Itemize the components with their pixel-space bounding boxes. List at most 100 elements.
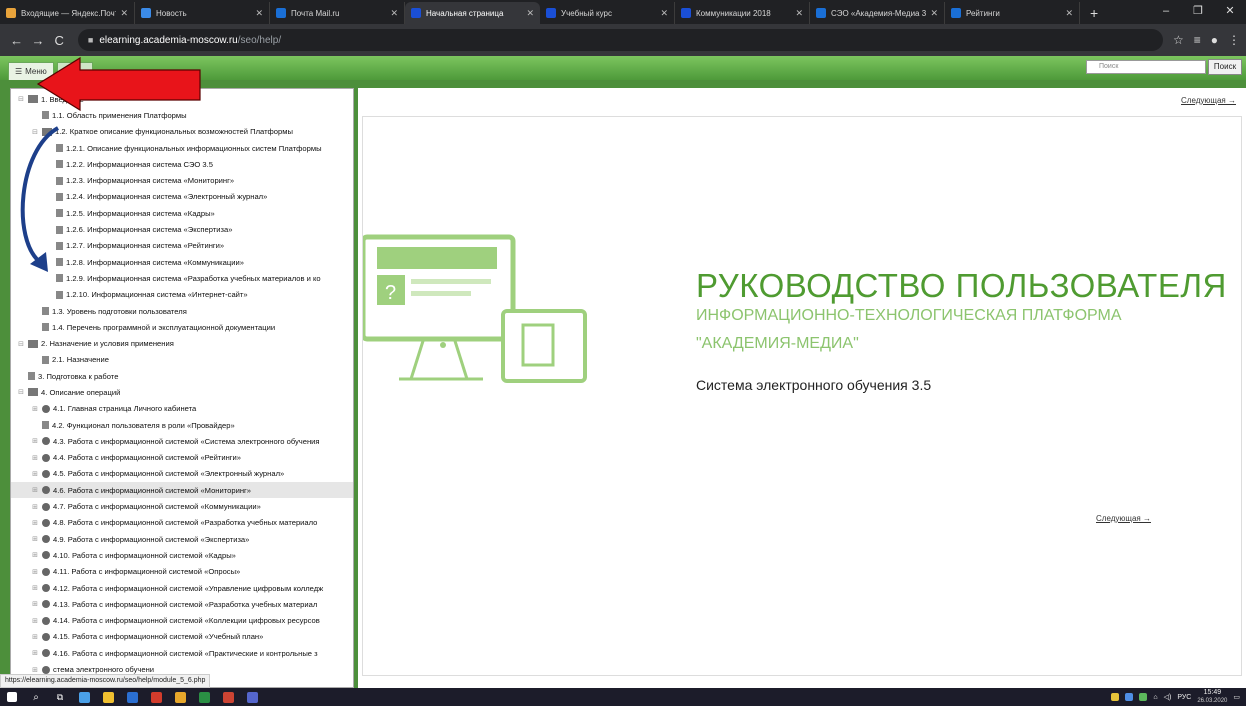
clock[interactable]: 15:49 26.03.2020 <box>1197 689 1227 705</box>
close-tab-icon[interactable]: ✕ <box>660 8 668 19</box>
toc-item[interactable]: 1.2.4. Информационная система «Электронн… <box>11 189 353 205</box>
tab-search[interactable]: ⌕ Пои <box>56 62 93 80</box>
expand-toggle-icon[interactable]: ⊞ <box>31 519 39 527</box>
toc-item[interactable]: ⊞ 4.10. Работа с информационной системой … <box>11 547 353 563</box>
toc-item[interactable]: ⊟ 2. Назначение и условия применения <box>11 335 353 351</box>
expand-toggle-icon[interactable]: ⊞ <box>31 649 39 657</box>
next-link-bottom[interactable]: Следующая → <box>1096 514 1151 523</box>
notifications-icon[interactable]: ▭ <box>1233 693 1240 701</box>
taskbar-app-icon[interactable] <box>72 688 96 706</box>
toc-item[interactable]: ⊞ 4.7. Работа с информационной системой «… <box>11 498 353 514</box>
toc-item[interactable]: 1.2.6. Информационная система «Экспертиз… <box>11 221 353 237</box>
toc-item[interactable]: 2.1. Назначение <box>11 352 353 368</box>
expand-toggle-icon[interactable]: ⊟ <box>17 95 25 103</box>
toc-item[interactable]: ⊞ 4.8. Работа с информационной системой «… <box>11 515 353 531</box>
taskbar-app-icon[interactable] <box>192 688 216 706</box>
toc-item[interactable]: 1.2.9. Информационная система «Разработк… <box>11 270 353 286</box>
toc-item[interactable]: ⊟ 1.2. Краткое описание функциональных во… <box>11 124 353 140</box>
toc-item[interactable]: ⊞ 4.3. Работа с информационной системой «… <box>11 433 353 449</box>
toc-item[interactable]: ⊞ 4.5. Работа с информационной системой «… <box>11 466 353 482</box>
expand-toggle-icon[interactable]: ⊞ <box>31 551 39 559</box>
back-arrow-icon[interactable]: ← <box>6 33 27 48</box>
browser-tab[interactable]: Коммуникации 2018 ✕ <box>675 2 810 24</box>
start-icon[interactable] <box>0 688 24 706</box>
expand-toggle-icon[interactable]: ⊞ <box>31 600 39 608</box>
new-tab-button[interactable]: + <box>1080 2 1108 24</box>
toc-item[interactable]: ⊞ 4.11. Работа с информационной системой … <box>11 564 353 580</box>
taskbar-app-icon[interactable] <box>240 688 264 706</box>
taskbar-app-icon[interactable] <box>168 688 192 706</box>
close-tab-icon[interactable]: ✕ <box>120 8 128 19</box>
expand-toggle-icon[interactable]: ⊞ <box>31 437 39 445</box>
toc-item[interactable]: ⊟ 4. Описание операций <box>11 384 353 400</box>
star-icon[interactable]: ☆ <box>1173 33 1184 47</box>
expand-toggle-icon[interactable]: ⊞ <box>31 535 39 543</box>
language-indicator[interactable]: РУС <box>1177 694 1191 701</box>
expand-toggle-icon[interactable]: ⊞ <box>31 568 39 576</box>
toc-item[interactable]: ⊞ 4.14. Работа с информационной системой … <box>11 613 353 629</box>
close-tab-icon[interactable]: ✕ <box>255 8 263 19</box>
toc-item[interactable]: 1.2.10. Информационная система «Интернет… <box>11 287 353 303</box>
toc-item[interactable]: 4.2. Функционал пользователя в роли «Про… <box>11 417 353 433</box>
tab-menu[interactable]: ☰ Меню <box>8 62 54 80</box>
toc-item[interactable]: ⊞ 4.6. Работа с информационной системой «… <box>11 482 353 499</box>
expand-toggle-icon[interactable]: ⊞ <box>31 454 39 462</box>
toc-item[interactable]: 1.3. Уровень подготовки пользователя <box>11 303 353 319</box>
browser-tab[interactable]: Рейтинги ✕ <box>945 2 1080 24</box>
task-view-icon[interactable]: ⧉ <box>48 688 72 706</box>
toc-item[interactable]: ⊞ 4.13. Работа с информационной системой … <box>11 596 353 612</box>
search-button[interactable]: Поиск <box>1208 59 1242 75</box>
close-window-icon[interactable]: ✕ <box>1214 0 1246 24</box>
browser-tab[interactable]: Учебный курс ✕ <box>540 2 675 24</box>
expand-toggle-icon[interactable]: ⊞ <box>31 584 39 592</box>
toc-item[interactable]: ⊞ 4.15. Работа с информационной системой … <box>11 629 353 645</box>
search-input[interactable]: Поиск <box>1086 60 1206 74</box>
taskbar-app-icon[interactable] <box>144 688 168 706</box>
toc-item[interactable]: 1.1. Область применения Платформы <box>11 107 353 123</box>
browser-tab[interactable]: СЭО «Академия-Медиа 3. ✕ <box>810 2 945 24</box>
profile-icon[interactable]: ● <box>1211 33 1218 47</box>
toc-item[interactable]: ⊞ 4.12. Работа с информационной системой … <box>11 580 353 596</box>
tray-app-icon[interactable] <box>1125 693 1134 701</box>
expand-toggle-icon[interactable]: ⊞ <box>31 503 39 511</box>
more-menu-icon[interactable]: ⋮ <box>1228 33 1240 47</box>
maximize-icon[interactable]: ❐ <box>1182 0 1214 24</box>
minimize-icon[interactable]: – <box>1150 0 1182 24</box>
expand-toggle-icon[interactable]: ⊞ <box>31 666 39 674</box>
reload-icon[interactable]: C <box>49 33 70 48</box>
browser-tab[interactable]: Входящие — Яндекс.Почт ✕ <box>0 2 135 24</box>
volume-icon[interactable]: ◁) <box>1164 693 1172 701</box>
address-bar[interactable]: ■ elearning.academia-moscow.ru /seo/help… <box>77 29 1163 51</box>
reading-list-icon[interactable]: ≡ <box>1194 33 1201 47</box>
tray-app-icon[interactable] <box>1111 693 1120 701</box>
toc-item[interactable]: ⊞ 4.16. Работа с информационной системой … <box>11 645 353 661</box>
expand-toggle-icon[interactable]: ⊞ <box>31 617 39 625</box>
taskbar-app-icon[interactable] <box>216 688 240 706</box>
toc-item[interactable]: 1.2.8. Информационная система «Коммуника… <box>11 254 353 270</box>
expand-toggle-icon[interactable]: ⊞ <box>31 633 39 641</box>
forward-arrow-icon[interactable]: → <box>27 33 48 48</box>
close-tab-icon[interactable]: ✕ <box>1065 8 1073 19</box>
toc-item[interactable]: 1.2.3. Информационная система «Мониторин… <box>11 172 353 188</box>
toc-item[interactable]: ⊞ 4.9. Работа с информационной системой «… <box>11 531 353 547</box>
tray-app-icon[interactable] <box>1139 693 1148 701</box>
search-icon[interactable]: ⌕ <box>24 688 48 706</box>
toc-item[interactable]: ⊞ 4.4. Работа с информационной системой «… <box>11 450 353 466</box>
toc-item[interactable]: 3. Подготовка к работе <box>11 368 353 384</box>
taskbar-app-icon[interactable] <box>120 688 144 706</box>
browser-tab[interactable]: Почта Mail.ru ✕ <box>270 2 405 24</box>
toc-item[interactable]: 1.2.1. Описание функциональных информаци… <box>11 140 353 156</box>
toc-item[interactable]: ⊞ 4.1. Главная страница Личного кабинета <box>11 401 353 417</box>
close-tab-icon[interactable]: ✕ <box>390 8 398 19</box>
browser-tab[interactable]: Начальная страница ✕ <box>405 2 540 24</box>
expand-toggle-icon[interactable]: ⊟ <box>17 340 25 348</box>
toc-item[interactable]: 1.4. Перечень программной и эксплуатацио… <box>11 319 353 335</box>
expand-toggle-icon[interactable]: ⊞ <box>31 470 39 478</box>
close-tab-icon[interactable]: ✕ <box>795 8 803 19</box>
close-tab-icon[interactable]: ✕ <box>930 8 938 19</box>
toc-item[interactable]: 1.2.2. Информационная система СЭО 3.5 <box>11 156 353 172</box>
close-tab-icon[interactable]: ✕ <box>526 8 534 19</box>
toc-item[interactable]: 1.2.5. Информационная система «Кадры» <box>11 205 353 221</box>
expand-toggle-icon[interactable]: ⊞ <box>31 405 39 413</box>
toc-item[interactable]: ⊟ 1. Введение <box>11 91 353 107</box>
